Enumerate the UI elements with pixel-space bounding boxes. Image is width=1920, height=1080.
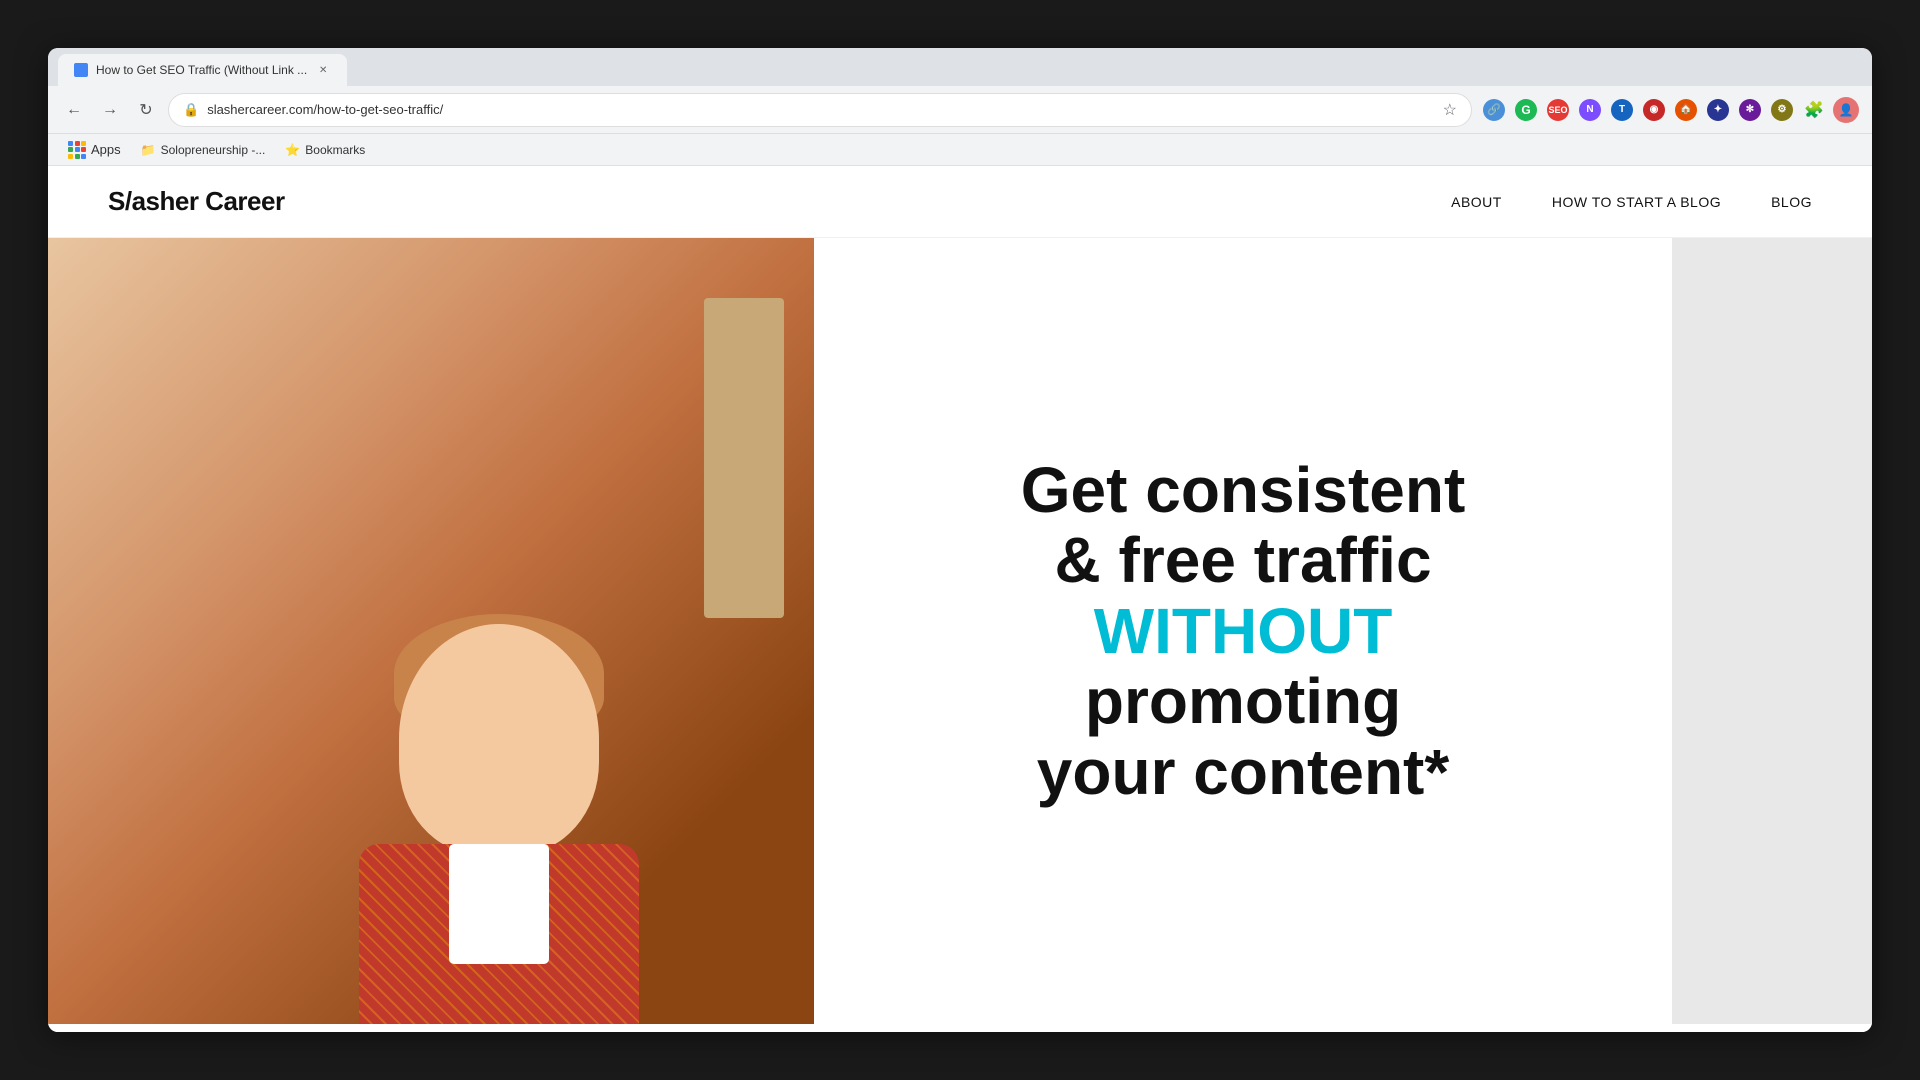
tab-favicon: [74, 63, 88, 77]
reload-button[interactable]: ↻: [132, 96, 160, 124]
nav-blog[interactable]: BLOG: [1771, 194, 1812, 210]
tab-close-button[interactable]: ✕: [315, 62, 331, 78]
ext-grammarly-icon[interactable]: G: [1512, 96, 1540, 124]
address-bar[interactable]: 🔒 slashercareer.com/how-to-get-seo-traff…: [168, 93, 1472, 127]
ext-4-icon[interactable]: N: [1576, 96, 1604, 124]
forward-button[interactable]: →: [96, 96, 124, 124]
lock-icon: 🔒: [183, 102, 199, 118]
tab-bar: How to Get SEO Traffic (Without Link ...…: [48, 48, 1872, 86]
apps-grid-icon: [68, 141, 86, 159]
bookmark-solopreneurship-label: Solopreneurship -...: [161, 143, 266, 157]
ext-link-icon[interactable]: 🔗: [1480, 96, 1508, 124]
bookmark-folder-icon: 📁: [141, 143, 156, 157]
ext-6-icon[interactable]: ◉: [1640, 96, 1668, 124]
ext-7-icon[interactable]: 🏠: [1672, 96, 1700, 124]
active-tab[interactable]: How to Get SEO Traffic (Without Link ...…: [58, 54, 347, 86]
website-content: S/asher Career ABOUT HOW TO START A BLOG…: [48, 166, 1872, 1032]
bookmarks-bar: Apps 📁 Solopreneurship -... ⭐ Bookmarks: [48, 134, 1872, 166]
bookmark-star-icon[interactable]: ☆: [1443, 100, 1457, 120]
profile-avatar[interactable]: 👤: [1832, 96, 1860, 124]
person-illustration: [329, 604, 669, 1024]
browser-window: How to Get SEO Traffic (Without Link ...…: [48, 48, 1872, 1032]
hero-right-panel: [1672, 238, 1872, 1024]
apps-label: Apps: [91, 142, 121, 157]
nav-about[interactable]: ABOUT: [1451, 194, 1502, 210]
hero-line3-highlight: WITHOUT: [874, 596, 1612, 666]
ext-8-icon[interactable]: ✦: [1704, 96, 1732, 124]
bookmark-bookmarks-label: Bookmarks: [305, 143, 365, 157]
nav-how-to-start-blog[interactable]: HOW TO START A BLOG: [1552, 194, 1721, 210]
ext-10-icon[interactable]: ⚙: [1768, 96, 1796, 124]
person-shirt: [449, 844, 549, 964]
hero-text-area: Get consistent & free traffic WITHOUT pr…: [814, 238, 1672, 1024]
wood-frame-decoration: [704, 298, 784, 618]
site-navigation: S/asher Career ABOUT HOW TO START A BLOG…: [48, 166, 1872, 238]
bookmark-solopreneurship[interactable]: 📁 Solopreneurship -...: [133, 140, 274, 160]
bookmark-bookmarks[interactable]: ⭐ Bookmarks: [277, 140, 373, 160]
site-menu: ABOUT HOW TO START A BLOG BLOG: [1451, 194, 1812, 210]
back-button[interactable]: ←: [60, 96, 88, 124]
hero-line4: promoting: [1085, 665, 1401, 737]
tab-label: How to Get SEO Traffic (Without Link ...: [96, 63, 307, 77]
hero-headline: Get consistent & free traffic WITHOUT pr…: [874, 455, 1612, 807]
ext-5-icon[interactable]: T: [1608, 96, 1636, 124]
person-face-shape: [399, 624, 599, 854]
extensions-area: 🔗 G SEO N T ◉ 🏠 ✦ ✻: [1480, 96, 1860, 124]
hero-line5: your content*: [1037, 736, 1449, 808]
hero-image-area: [48, 238, 814, 1024]
browser-toolbar: ← → ↻ 🔒 slashercareer.com/how-to-get-seo…: [48, 86, 1872, 134]
ext-seo-icon[interactable]: SEO: [1544, 96, 1572, 124]
bookmark-star-icon: ⭐: [285, 143, 300, 157]
url-display: slashercareer.com/how-to-get-seo-traffic…: [207, 102, 1434, 117]
hero-section: Get consistent & free traffic WITHOUT pr…: [48, 238, 1872, 1024]
apps-button[interactable]: Apps: [60, 138, 129, 162]
ext-9-icon[interactable]: ✻: [1736, 96, 1764, 124]
hero-line2: & free traffic: [1055, 524, 1432, 596]
hero-image: [48, 238, 814, 1024]
ext-puzzle-icon[interactable]: 🧩: [1800, 96, 1828, 124]
hero-line1: Get consistent: [1021, 454, 1466, 526]
site-logo[interactable]: S/asher Career: [108, 186, 285, 217]
